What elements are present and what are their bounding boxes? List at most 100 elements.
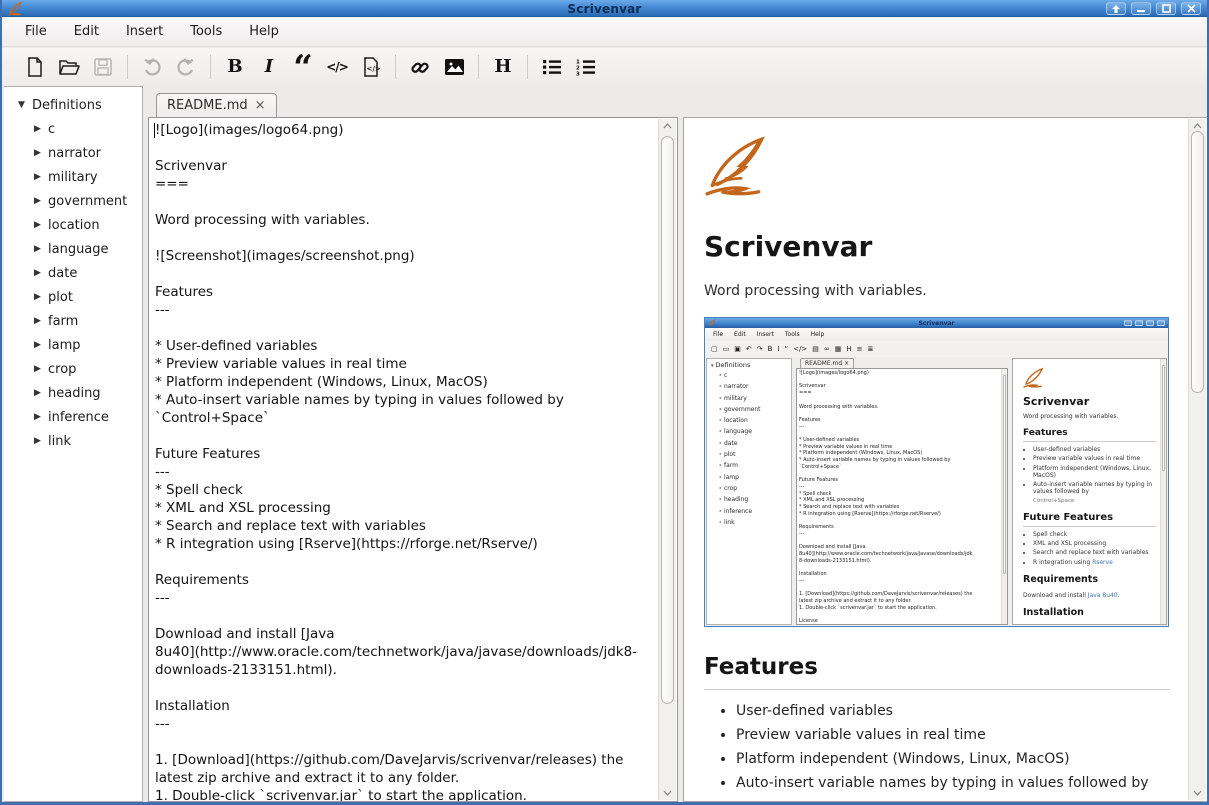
mini-preview-title: Scrivenvar	[1023, 395, 1156, 408]
undo-button[interactable]	[139, 53, 165, 81]
sidebar-item[interactable]: ▶ link	[4, 429, 142, 453]
chevron-right-icon[interactable]: ▶	[34, 388, 48, 398]
menu-item[interactable]: Insert	[126, 24, 163, 39]
chevron-right-icon[interactable]: ▶	[34, 412, 48, 422]
scroll-down-icon[interactable]	[659, 786, 676, 800]
new-file-button[interactable]	[22, 53, 48, 81]
mini-editor-scrollbar	[1001, 369, 1007, 624]
menu-item[interactable]: Tools	[190, 24, 222, 39]
mini-window-title: Scrivenvar	[705, 320, 1168, 327]
sidebar-item[interactable]: ▶ inference	[4, 405, 142, 429]
chevron-right-icon[interactable]: ▶	[34, 316, 48, 326]
sidebar-item-definitions[interactable]: ▼ Definitions	[4, 93, 142, 117]
markdown-editor[interactable]: ![Logo](images/logo64.png) Scrivenvar ==…	[148, 117, 678, 802]
toolbar-separator	[478, 55, 479, 79]
app-feather-icon	[8, 1, 23, 16]
mini-tree-item: ‣inference	[711, 508, 791, 519]
link-button[interactable]	[407, 53, 433, 81]
scroll-down-icon[interactable]	[1189, 786, 1206, 800]
close-button[interactable]	[1181, 2, 1201, 15]
shade-window-button[interactable]	[1106, 2, 1126, 15]
mini-tree-item: ‣c	[711, 372, 791, 383]
tab-readme[interactable]: README.md ×	[156, 93, 277, 117]
inline-code-button[interactable]: </>	[324, 53, 350, 81]
image-button[interactable]	[441, 53, 467, 81]
sidebar-item[interactable]: ▶ language	[4, 237, 142, 261]
chevron-right-icon[interactable]: ▶	[34, 292, 48, 302]
sidebar-item[interactable]: ▶ location	[4, 213, 142, 237]
chevron-right-icon[interactable]: ▶	[34, 340, 48, 350]
editor-text[interactable]: ![Logo](images/logo64.png) Scrivenvar ==…	[155, 121, 653, 801]
tree-item-label: language	[48, 242, 109, 257]
open-file-button[interactable]	[56, 53, 82, 81]
mini-menu-item: File	[713, 331, 723, 338]
preview-scrollbar[interactable]	[1188, 119, 1206, 800]
italic-icon: I	[265, 58, 273, 76]
mini-features-code: Control+Space	[1023, 498, 1156, 504]
blockquote-button[interactable]: “	[290, 53, 316, 81]
tree-item-label: military	[48, 170, 98, 185]
mini-toolbar-icon: ↷	[757, 346, 763, 353]
tree-item-label: link	[48, 434, 71, 449]
sidebar-item[interactable]: ▶ crop	[4, 357, 142, 381]
chevron-right-icon[interactable]: ▶	[34, 220, 48, 230]
sidebar-item[interactable]: ▶ farm	[4, 309, 142, 333]
mini-tree-item: ‣narrator	[711, 383, 791, 394]
menu-item[interactable]: Edit	[74, 24, 99, 39]
mini-tree-item: ‣language	[711, 428, 791, 439]
italic-button[interactable]: I	[256, 53, 282, 81]
editor-scrollbar[interactable]	[658, 119, 676, 800]
maximize-button[interactable]	[1156, 2, 1176, 15]
sidebar-item[interactable]: ▶ lamp	[4, 333, 142, 357]
mini-toolbar-icon: </>	[793, 346, 807, 353]
heading-button[interactable]: H	[490, 53, 516, 81]
numbered-list-button[interactable]: 123	[573, 53, 599, 81]
mini-app-icon	[708, 319, 716, 327]
toolbar-separator	[527, 55, 528, 79]
code-block-button[interactable]: </>	[358, 53, 384, 81]
menu-item[interactable]: File	[25, 24, 47, 39]
save-file-button[interactable]	[90, 53, 116, 81]
svg-text:3: 3	[576, 71, 580, 76]
editor-pane: README.md × ![Logo](images/logo64.png) S…	[148, 84, 678, 802]
bulleted-list-button[interactable]	[539, 53, 565, 81]
sidebar-item[interactable]: ▶ government	[4, 189, 142, 213]
mini-tab: README.md ×	[800, 358, 854, 368]
sidebar-item[interactable]: ▶ heading	[4, 381, 142, 405]
mini-toolbar-icon: ∞	[824, 346, 830, 353]
preview-scroll-thumb[interactable]	[1191, 131, 1204, 393]
sidebar-item[interactable]: ▶ plot	[4, 285, 142, 309]
sidebar-item[interactable]: ▶ c	[4, 117, 142, 141]
sidebar-item[interactable]: ▶ narrator	[4, 141, 142, 165]
scroll-up-icon[interactable]	[659, 119, 676, 133]
tree-item-label: government	[48, 194, 127, 209]
feature-item: Preview variable values in real time	[736, 727, 1185, 743]
mini-tree-item: ‣link	[711, 519, 791, 530]
mini-toolbar-icon: ▤	[812, 346, 819, 353]
chevron-right-icon[interactable]: ▶	[34, 124, 48, 134]
tree-item-label: narrator	[48, 146, 101, 161]
mini-preview-scrollbar	[1160, 359, 1166, 624]
tree-item-label: location	[48, 218, 100, 233]
mini-preview-tagline: Word processing with variables.	[1023, 413, 1156, 420]
chevron-right-icon[interactable]: ▶	[34, 172, 48, 182]
chevron-right-icon[interactable]: ▶	[34, 364, 48, 374]
chevron-right-icon[interactable]: ▶	[34, 244, 48, 254]
chevron-right-icon[interactable]: ▶	[34, 268, 48, 278]
mini-menu-item: Help	[811, 331, 825, 338]
toolbar-separator	[210, 55, 211, 79]
chevron-right-icon[interactable]: ▶	[34, 148, 48, 158]
chevron-down-icon[interactable]: ▼	[18, 100, 32, 110]
tab-close-icon[interactable]: ×	[255, 98, 266, 113]
chevron-right-icon[interactable]: ▶	[34, 436, 48, 446]
redo-button[interactable]	[173, 53, 199, 81]
sidebar-item[interactable]: ▶ date	[4, 261, 142, 285]
menubar: File Edit Insert Tools Help	[2, 17, 1207, 47]
code-icon: </>	[326, 60, 348, 74]
bold-button[interactable]: B	[222, 53, 248, 81]
chevron-right-icon[interactable]: ▶	[34, 196, 48, 206]
minimize-button[interactable]	[1131, 2, 1151, 15]
sidebar-item[interactable]: ▶ military	[4, 165, 142, 189]
menu-item[interactable]: Help	[249, 24, 279, 39]
editor-scroll-thumb[interactable]	[661, 136, 674, 704]
